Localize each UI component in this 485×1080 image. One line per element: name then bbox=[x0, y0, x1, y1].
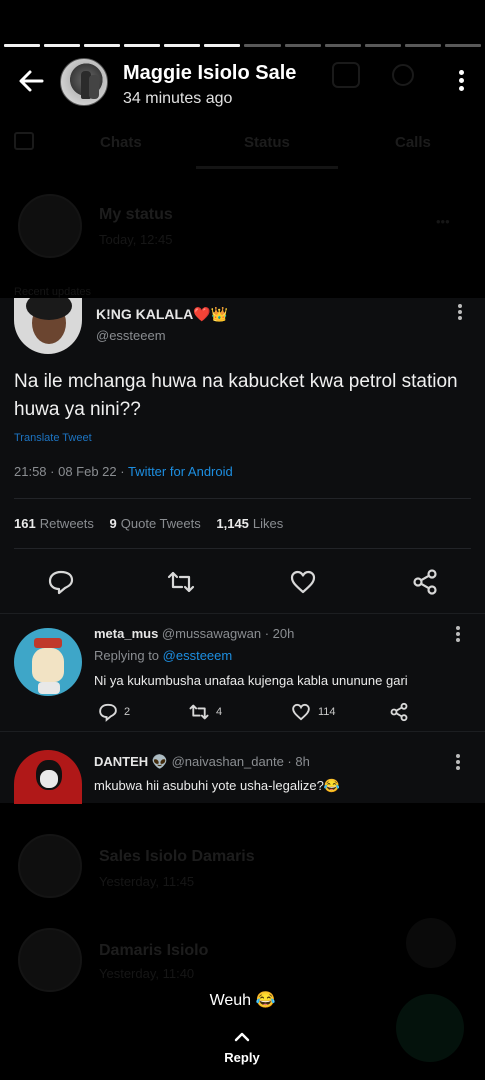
tweet-reply: meta_mus @mussawagwan · 20h Replying to … bbox=[0, 613, 485, 731]
my-status-more-icon: ••• bbox=[436, 214, 450, 229]
reply-actions: 2 4 114 bbox=[94, 702, 434, 724]
recent-updates-label: Recent updates bbox=[14, 286, 92, 298]
progress-segment bbox=[404, 44, 441, 47]
reply-retweet-action: 4 bbox=[188, 702, 222, 722]
reply-handle: @mussawagwan · 20h bbox=[158, 626, 295, 641]
progress-segment bbox=[4, 44, 41, 47]
tab-underline bbox=[196, 166, 338, 169]
tab-calls: Calls bbox=[395, 134, 431, 151]
replying-handle: @essteeem bbox=[162, 648, 233, 663]
reply-more-icon bbox=[455, 754, 461, 772]
camera-tab-icon bbox=[14, 132, 34, 150]
reply-reply-action: 2 bbox=[98, 702, 130, 722]
reply-icon bbox=[48, 570, 74, 595]
reply-retweet-count: 4 bbox=[216, 706, 223, 718]
progress-segment bbox=[324, 44, 361, 47]
contact-name[interactable]: Maggie Isiolo Sale bbox=[123, 62, 296, 85]
tweet-stats: 161 Retweets 9 Quote Tweets 1,145 Likes bbox=[14, 516, 283, 531]
background-tabs: Chats Status Calls bbox=[0, 130, 485, 170]
tab-status: Status bbox=[244, 134, 290, 151]
reply-author-avatar bbox=[14, 750, 82, 804]
translate-tweet-link: Translate Tweet bbox=[14, 432, 92, 444]
reply-share-action bbox=[388, 702, 410, 722]
more-options-icon[interactable] bbox=[457, 70, 465, 94]
status-row-title: Damaris Isiolo bbox=[99, 942, 209, 959]
like-heart-icon bbox=[292, 703, 310, 721]
tab-chats: Chats bbox=[100, 134, 142, 151]
reply-like-count: 114 bbox=[318, 706, 336, 718]
my-status-title: My status bbox=[99, 206, 173, 223]
tweet-time: 21:58 · 08 Feb 22 · bbox=[14, 464, 128, 479]
progress-segment bbox=[164, 44, 201, 47]
reply-like-action: 114 bbox=[290, 702, 336, 722]
reply-name: DANTEH 👽 bbox=[94, 754, 168, 769]
search-icon bbox=[392, 64, 414, 86]
reply-button[interactable]: Reply bbox=[212, 1030, 272, 1070]
replying-prefix: Replying to bbox=[94, 648, 163, 663]
quotes-label: Quote Tweets bbox=[120, 516, 201, 531]
retweets-label: Retweets bbox=[39, 516, 94, 531]
contact-avatar[interactable] bbox=[60, 58, 108, 106]
tweet-more-icon bbox=[457, 304, 463, 322]
my-status-time: Today, 12:45 bbox=[99, 232, 173, 247]
share-icon bbox=[413, 569, 437, 595]
reply-reply-count: 2 bbox=[124, 706, 131, 718]
tweet-reply: DANTEH 👽 @naivashan_dante · 8h mkubwa hi… bbox=[0, 731, 485, 804]
camera-icon bbox=[332, 62, 360, 88]
share-icon bbox=[390, 702, 408, 722]
retweet-icon bbox=[189, 704, 209, 720]
pencil-fab bbox=[406, 918, 456, 968]
back-arrow-icon[interactable] bbox=[16, 66, 46, 96]
reply-text: mkubwa hii asubuhi yote usha-legalize?😂 bbox=[94, 778, 340, 793]
reply-icon bbox=[99, 703, 117, 722]
progress-segment bbox=[204, 44, 241, 47]
progress-segment bbox=[284, 44, 321, 47]
tweet-text: Na ile mchanga huwa na kabucket kwa petr… bbox=[14, 371, 458, 420]
tweet-author-avatar bbox=[14, 298, 82, 354]
reply-handle: @naivashan_dante · 8h bbox=[167, 754, 310, 769]
progress-segment bbox=[444, 44, 481, 47]
status-header: Maggie Isiolo Sale 34 minutes ago bbox=[0, 56, 485, 112]
reply-name: meta_mus bbox=[94, 626, 159, 641]
retweets-count: 161 bbox=[14, 516, 36, 531]
posted-time: 34 minutes ago bbox=[123, 90, 233, 107]
reply-author-name: meta_mus @mussawagwan · 20h bbox=[94, 626, 294, 641]
tweet-author-name: K!NG KALALA❤️👑 bbox=[96, 306, 229, 322]
status-progress-bar bbox=[4, 44, 481, 48]
retweet-icon bbox=[167, 571, 195, 593]
reply-more-icon bbox=[455, 626, 461, 644]
my-status-avatar bbox=[18, 194, 82, 258]
progress-segment bbox=[44, 44, 81, 47]
tweet-timestamp: 21:58 · 08 Feb 22 · Twitter for Android bbox=[14, 464, 233, 479]
like-heart-icon bbox=[290, 570, 316, 594]
status-row-time: Yesterday, 11:40 bbox=[99, 966, 195, 981]
progress-segment bbox=[124, 44, 161, 47]
status-row-time: Yesterday, 11:45 bbox=[99, 874, 195, 889]
progress-segment bbox=[364, 44, 401, 47]
likes-count: 1,145 bbox=[216, 516, 249, 531]
status-row-avatar bbox=[18, 834, 82, 898]
replying-to: Replying to @essteeem bbox=[94, 648, 232, 663]
tweet-actions bbox=[0, 568, 485, 598]
reply-label: Reply bbox=[224, 1050, 260, 1065]
status-row-title: Sales Isiolo Damaris bbox=[99, 848, 255, 865]
status-row-avatar bbox=[18, 928, 82, 992]
tweet-source: Twitter for Android bbox=[127, 464, 233, 479]
chevron-up-icon bbox=[234, 1032, 250, 1042]
likes-label: Likes bbox=[252, 516, 284, 531]
reply-author-avatar bbox=[14, 628, 82, 696]
tweet-author-handle: @essteeem bbox=[96, 328, 166, 343]
progress-segment bbox=[84, 44, 121, 47]
progress-segment bbox=[244, 44, 281, 47]
divider bbox=[14, 548, 471, 549]
quotes-count: 9 bbox=[109, 516, 117, 531]
reply-author-name: DANTEH 👽 @naivashan_dante · 8h bbox=[94, 754, 310, 770]
status-caption: Weuh 😂 bbox=[209, 992, 276, 1009]
divider bbox=[14, 498, 471, 499]
reply-text: Ni ya kukumbusha unafaa kujenga kabla un… bbox=[94, 673, 408, 688]
tweet-card: K!NG KALALA❤️👑 @essteeem Na ile mchanga … bbox=[0, 298, 485, 613]
